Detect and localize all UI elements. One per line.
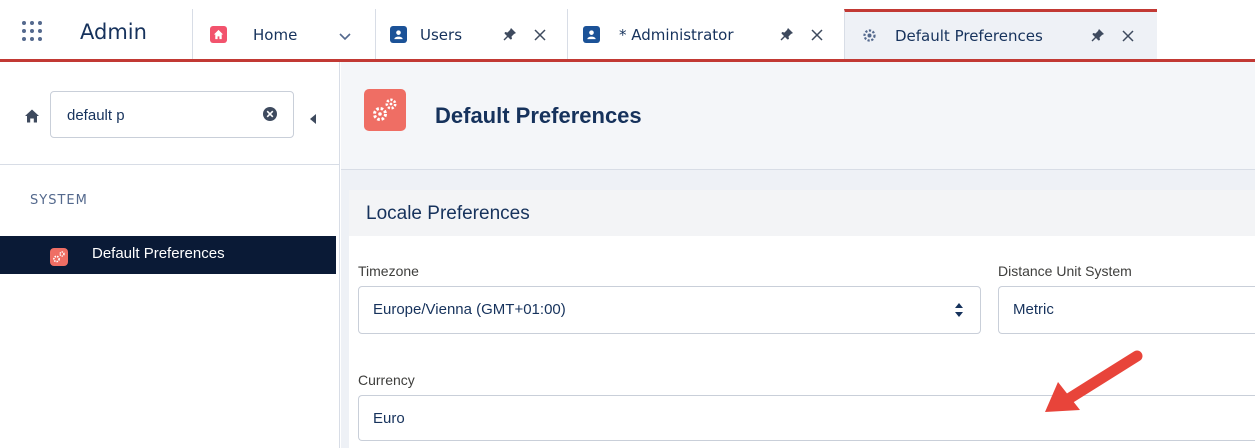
tab-label: Users bbox=[420, 26, 463, 44]
user-icon bbox=[583, 26, 600, 43]
tab-label: Default Preferences bbox=[895, 27, 1043, 45]
clear-icon[interactable] bbox=[262, 106, 278, 122]
gears-icon bbox=[50, 248, 68, 266]
tab-label: Home bbox=[253, 26, 298, 44]
distance-unit-label: Distance Unit System bbox=[998, 263, 1132, 279]
home-icon[interactable] bbox=[24, 108, 40, 124]
home-icon bbox=[210, 26, 227, 43]
timezone-select[interactable]: Europe/Vienna (GMT+01:00) bbox=[358, 286, 981, 334]
tab-label: * Administrator bbox=[619, 26, 734, 44]
close-icon[interactable] bbox=[533, 27, 547, 41]
section-header: Locale Preferences bbox=[349, 190, 1255, 236]
distance-unit-value: Metric bbox=[1013, 301, 1054, 318]
user-icon bbox=[390, 26, 407, 43]
sidebar-item-label: Default Preferences bbox=[92, 245, 225, 262]
main-content: Default Preferences Locale Preferences T… bbox=[341, 62, 1255, 448]
setup-sidebar: SYSTEM Default Preferences bbox=[0, 62, 340, 448]
quick-find-field[interactable] bbox=[50, 91, 294, 138]
timezone-value: Europe/Vienna (GMT+01:00) bbox=[373, 301, 566, 318]
select-arrows-icon bbox=[954, 300, 964, 320]
tab-home[interactable]: Home bbox=[192, 9, 375, 59]
chevron-down-icon[interactable] bbox=[338, 28, 352, 41]
section-label: SYSTEM bbox=[30, 193, 88, 208]
section-title: Locale Preferences bbox=[366, 203, 530, 224]
pin-icon[interactable] bbox=[1090, 27, 1106, 43]
page-title: Default Preferences bbox=[435, 103, 642, 128]
page-header: Default Preferences bbox=[341, 62, 1255, 170]
close-icon[interactable] bbox=[1121, 28, 1135, 42]
global-header: Admin Home Users * Administrator Default… bbox=[0, 0, 1255, 62]
sidebar-item-default-preferences[interactable]: Default Preferences bbox=[0, 236, 336, 274]
tab-default-preferences[interactable]: Default Preferences bbox=[844, 9, 1157, 59]
currency-value: Euro bbox=[373, 410, 405, 427]
pin-icon[interactable] bbox=[779, 26, 795, 42]
tab-users[interactable]: Users bbox=[375, 9, 567, 59]
quick-find-bar bbox=[0, 62, 339, 165]
collapse-sidebar-icon[interactable] bbox=[309, 110, 317, 124]
currency-label: Currency bbox=[358, 372, 415, 388]
distance-unit-select[interactable]: Metric bbox=[998, 286, 1255, 334]
tab-administrator[interactable]: * Administrator bbox=[567, 9, 844, 59]
app-name: Admin bbox=[80, 20, 147, 44]
app-launcher-icon[interactable] bbox=[22, 21, 42, 41]
gears-icon bbox=[861, 27, 878, 44]
quick-find-input[interactable] bbox=[67, 104, 247, 126]
currency-select[interactable]: Euro bbox=[358, 395, 1255, 441]
pin-icon[interactable] bbox=[502, 26, 518, 42]
close-icon[interactable] bbox=[810, 27, 824, 41]
gears-icon bbox=[364, 89, 406, 131]
timezone-label: Timezone bbox=[358, 263, 419, 279]
locale-preferences-section: Locale Preferences Timezone Europe/Vienn… bbox=[349, 190, 1255, 448]
